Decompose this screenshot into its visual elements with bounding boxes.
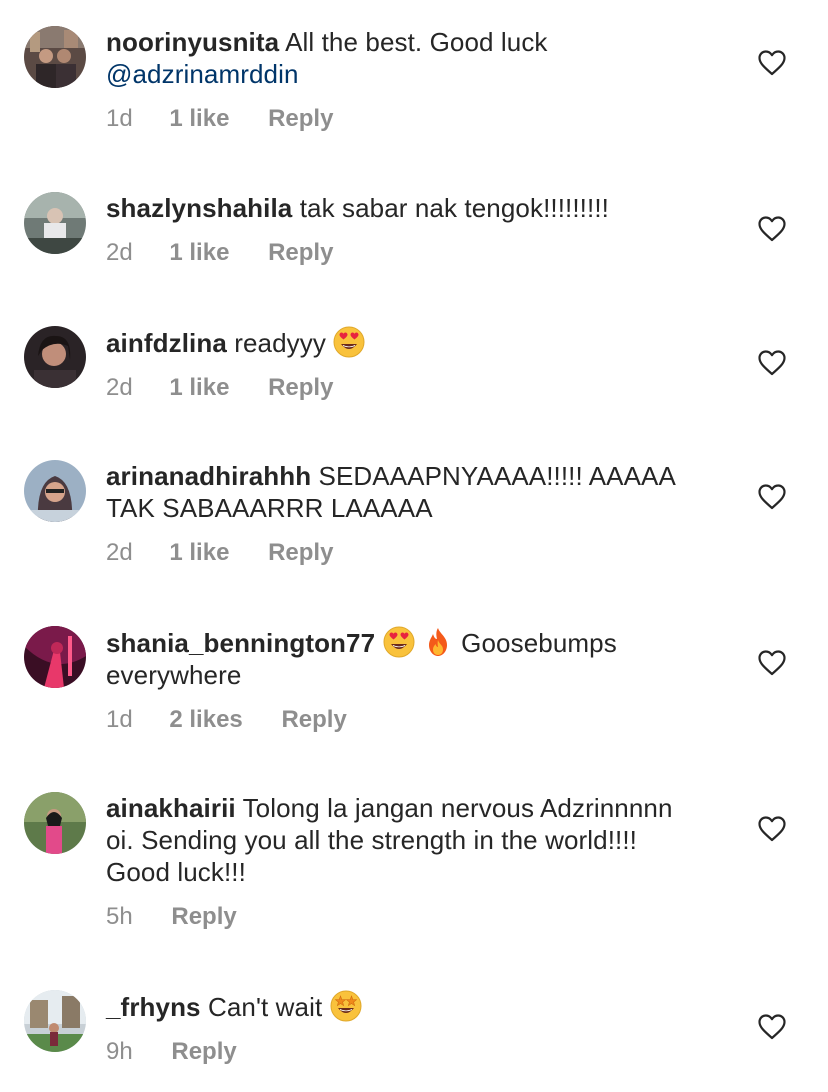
comment-likes[interactable]: 1 like [169, 538, 229, 568]
avatar-photo [24, 990, 86, 1052]
avatar-photo [24, 192, 86, 254]
avatar-photo [24, 626, 86, 688]
comment-meta: 1d 2 likes Reply [106, 705, 726, 735]
comment-content: tak sabar nak tengok!!!!!!!!! [299, 193, 609, 223]
reply-button[interactable]: Reply [171, 902, 236, 932]
heart-eyes-emoji [333, 326, 365, 358]
comment-meta: 1d 1 like Reply [106, 104, 726, 134]
reply-button[interactable]: Reply [268, 238, 333, 268]
heart-outline-icon[interactable] [758, 350, 786, 376]
avatar[interactable] [24, 326, 86, 388]
reply-button[interactable]: Reply [281, 705, 346, 735]
heart-eyes-emoji [383, 626, 414, 658]
comment-body: arinanadhirahhh SEDAAAPNYAAAA!!!!! AAAAA… [106, 460, 726, 568]
reply-button[interactable]: Reply [268, 373, 333, 403]
comment-content: Can't wait [207, 992, 323, 1022]
reply-button[interactable]: Reply [268, 538, 333, 568]
comment-text: shazlynshahila tak sabar nak tengok!!!!!… [106, 192, 726, 224]
comment-mention[interactable]: @adzrinamrddin [106, 59, 299, 89]
comment-body: shania_bennington77 Goosebumps everywher… [106, 626, 726, 735]
avatar-photo [24, 326, 86, 388]
comment-username[interactable]: noorinyusnita [106, 27, 279, 57]
comment-text: ainfdzlina readyyy [106, 326, 726, 359]
comment-time: 9h [106, 1038, 133, 1065]
comment-content: readyyy [234, 328, 326, 358]
avatar-photo [24, 26, 86, 88]
comment-username[interactable]: shania_bennington77 [106, 628, 375, 658]
comment-likes[interactable]: 2 likes [169, 705, 242, 735]
comment-likes[interactable]: 1 like [169, 238, 229, 268]
heart-outline-icon[interactable] [758, 650, 786, 676]
comment-body: shazlynshahila tak sabar nak tengok!!!!!… [106, 192, 726, 268]
comment-body: ainakhairii Tolong la jangan nervous Adz… [106, 792, 726, 932]
comment-meta: 5h Reply [106, 902, 726, 932]
comment-likes[interactable]: 1 like [169, 373, 229, 403]
fire-emoji [428, 628, 447, 656]
comment-username[interactable]: _frhyns [106, 992, 201, 1022]
comment-meta: 2d 1 like Reply [106, 538, 726, 568]
reply-button[interactable]: Reply [268, 104, 333, 134]
comment-text: arinanadhirahhh SEDAAAPNYAAAA!!!!! AAAAA… [106, 460, 718, 524]
avatar[interactable] [24, 990, 86, 1052]
comment-time: 1d [106, 105, 133, 132]
comment-likes[interactable]: 1 like [169, 104, 229, 134]
avatar[interactable] [24, 626, 86, 688]
comment-content: All the best. Good luck [285, 27, 548, 57]
avatar[interactable] [24, 26, 86, 88]
comment-text: ainakhairii Tolong la jangan nervous Adz… [106, 792, 706, 888]
comment-username[interactable]: ainfdzlina [106, 328, 227, 358]
comment-meta: 2d 1 like Reply [106, 373, 726, 403]
comment-meta: 9h Reply [106, 1037, 726, 1067]
heart-outline-icon[interactable] [758, 50, 786, 76]
comment-time: 2d [106, 239, 133, 266]
comment-text: _frhyns Can't wait [106, 990, 726, 1023]
comment-text: noorinyusnita All the best. Good luck @a… [106, 26, 726, 90]
comment-time: 1d [106, 706, 133, 733]
comment-body: noorinyusnita All the best. Good luck @a… [106, 26, 726, 134]
comment-text: shania_bennington77 Goosebumps everywher… [106, 626, 706, 691]
comment-body: _frhyns Can't wait 9h Reply [106, 990, 726, 1067]
comment-time: 5h [106, 903, 133, 930]
heart-outline-icon[interactable] [758, 816, 786, 842]
comment-meta: 2d 1 like Reply [106, 238, 726, 268]
avatar[interactable] [24, 192, 86, 254]
heart-outline-icon[interactable] [758, 216, 786, 242]
avatar[interactable] [24, 460, 86, 522]
avatar-photo [24, 460, 86, 522]
reply-button[interactable]: Reply [171, 1037, 236, 1067]
comment-username[interactable]: arinanadhirahhh [106, 461, 311, 491]
star-struck-emoji [330, 990, 362, 1022]
comment-username[interactable]: ainakhairii [106, 793, 236, 823]
avatar-photo [24, 792, 86, 854]
comment-time: 2d [106, 539, 133, 566]
comment-time: 2d [106, 374, 133, 401]
avatar[interactable] [24, 792, 86, 854]
heart-outline-icon[interactable] [758, 1014, 786, 1040]
comment-username[interactable]: shazlynshahila [106, 193, 292, 223]
heart-outline-icon[interactable] [758, 484, 786, 510]
comment-body: ainfdzlina readyyy 2d 1 like Reply [106, 326, 726, 403]
